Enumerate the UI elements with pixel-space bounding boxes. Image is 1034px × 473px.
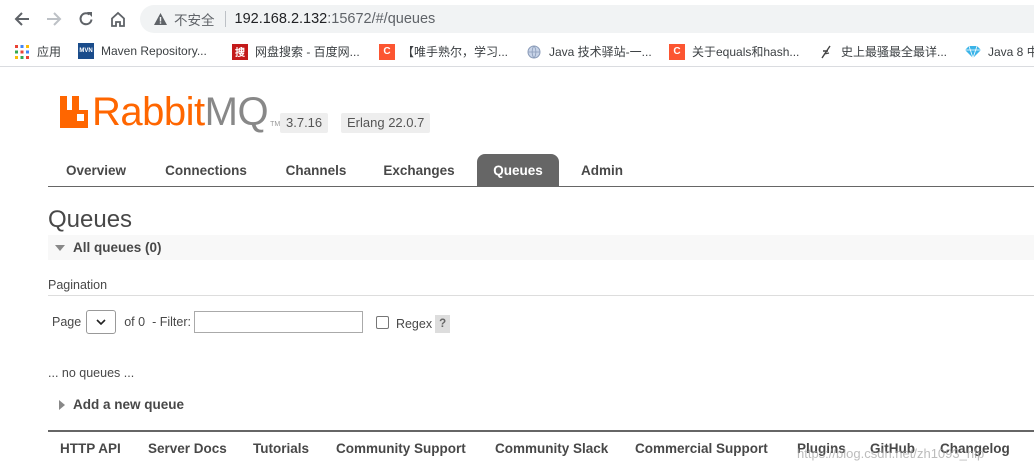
diamond-icon bbox=[965, 44, 981, 60]
reload-icon[interactable] bbox=[75, 8, 97, 30]
page-label: Page bbox=[52, 315, 82, 329]
bookmark-guide[interactable]: 史上最骚最全最详... bbox=[818, 43, 947, 60]
add-queue-toggle[interactable]: Add a new queue bbox=[59, 397, 184, 412]
bookmark-label: Java 技术驿站-一... bbox=[549, 45, 652, 59]
bookmark-csdn-2[interactable]: C 关于equals和hash... bbox=[669, 43, 799, 60]
tab-queues[interactable]: Queues bbox=[477, 154, 559, 187]
regex-help-button[interactable]: ? bbox=[435, 314, 451, 333]
url-path: :15672/#/queues bbox=[327, 11, 436, 27]
csdn-icon: C bbox=[379, 43, 395, 60]
all-queues-section-header[interactable]: All queues (0) bbox=[48, 235, 1034, 260]
bookmark-label: 关于equals和hash... bbox=[692, 45, 800, 59]
bookmark-label: 【唯手熟尔，学习... bbox=[402, 45, 509, 59]
bookmark-label: 史上最骚最全最详... bbox=[841, 45, 948, 59]
erlang-badge: Erlang 22.0.7 bbox=[341, 113, 431, 133]
home-icon[interactable] bbox=[107, 8, 129, 30]
bookmark-java8[interactable]: Java 8 中 bbox=[965, 43, 1034, 60]
bookmark-pan-search[interactable]: 搜 网盘搜索 - 百度网... bbox=[232, 43, 360, 60]
bookmark-apps[interactable]: 应用 bbox=[14, 43, 61, 60]
main-tabs: Overview Connections Channels Exchanges … bbox=[48, 154, 1034, 187]
logo-wordmark: RabbitMQ bbox=[92, 90, 269, 134]
collapse-triangle-icon bbox=[55, 244, 65, 251]
insecure-label[interactable]: 不安全 bbox=[174, 9, 215, 29]
page-select[interactable] bbox=[86, 310, 117, 334]
logo-trademark: TM bbox=[270, 121, 281, 128]
footer-link-commercial-support[interactable]: Commercial Support bbox=[635, 441, 768, 456]
maven-icon: MVN bbox=[78, 43, 94, 59]
page-title: Queues bbox=[48, 206, 133, 233]
logo-mq: MQ bbox=[204, 90, 269, 134]
tab-connections[interactable]: Connections bbox=[156, 154, 256, 187]
footer-link-tutorials[interactable]: Tutorials bbox=[253, 441, 309, 456]
apps-grid-icon bbox=[14, 44, 30, 60]
bookmark-maven[interactable]: MVN Maven Repository... bbox=[78, 43, 207, 59]
filter-input[interactable] bbox=[193, 311, 363, 333]
tab-channels[interactable]: Channels bbox=[274, 154, 358, 187]
sou-icon: 搜 bbox=[232, 43, 248, 60]
rabbitmq-logo-icon bbox=[58, 94, 90, 130]
regex-label: Regex bbox=[395, 316, 433, 331]
all-queues-label: All queues (0) bbox=[73, 240, 162, 255]
expand-triangle-icon bbox=[59, 399, 65, 410]
forward-arrow-icon[interactable] bbox=[43, 8, 65, 30]
omnibox-divider bbox=[224, 11, 226, 27]
warning-icon[interactable] bbox=[152, 11, 168, 27]
regex-checkbox[interactable] bbox=[375, 315, 389, 329]
bookmark-label: Maven Repository... bbox=[101, 44, 207, 58]
tab-overview[interactable]: Overview bbox=[54, 154, 138, 187]
globe-icon bbox=[526, 44, 542, 60]
bookmark-label: 应用 bbox=[37, 45, 62, 59]
pagination-row: Page of 0 - Filter: Regex ? bbox=[52, 310, 451, 334]
bookmark-java-station[interactable]: Java 技术驿站-一... bbox=[526, 43, 652, 60]
address-bar[interactable]: 不安全 192.168.2.132:15672/#/queues bbox=[140, 5, 1034, 33]
footer-link-http-api[interactable]: HTTP API bbox=[60, 441, 121, 456]
add-queue-label: Add a new queue bbox=[73, 397, 185, 412]
bookmark-label: 网盘搜索 - 百度网... bbox=[255, 45, 360, 59]
feather-icon bbox=[818, 44, 834, 60]
empty-state-text: ... no queues ... bbox=[48, 366, 135, 380]
version-badge: 3.7.16 bbox=[280, 113, 329, 133]
rabbitmq-logo[interactable]: RabbitMQ TM bbox=[58, 92, 280, 132]
pagination-divider bbox=[48, 295, 1034, 296]
back-arrow-icon[interactable] bbox=[11, 8, 33, 30]
page-count-label: of 0 bbox=[124, 315, 146, 329]
csdn-watermark: https://blog.csdn.net/zh1093_hlp bbox=[797, 446, 985, 461]
footer-link-community-slack[interactable]: Community Slack bbox=[495, 441, 608, 456]
bookmarks-bar: 应用 MVN Maven Repository... 搜 网盘搜索 - 百度网.… bbox=[0, 36, 1034, 67]
pagination-heading: Pagination bbox=[48, 278, 108, 292]
csdn-icon: C bbox=[669, 43, 685, 60]
chevron-down-icon bbox=[96, 319, 106, 325]
tab-exchanges[interactable]: Exchanges bbox=[376, 154, 462, 187]
tab-admin[interactable]: Admin bbox=[572, 154, 632, 187]
url-host: 192.168.2.132 bbox=[234, 11, 328, 27]
bookmark-label: Java 8 中 bbox=[988, 45, 1034, 59]
browser-toolbar: 不安全 192.168.2.132:15672/#/queues bbox=[0, 0, 1034, 36]
footer-link-server-docs[interactable]: Server Docs bbox=[148, 441, 227, 456]
filter-label: - Filter: bbox=[152, 315, 191, 329]
bookmark-csdn-1[interactable]: C 【唯手熟尔，学习... bbox=[379, 43, 508, 60]
logo-rabbit: Rabbit bbox=[92, 90, 205, 134]
footer-link-community-support[interactable]: Community Support bbox=[336, 441, 466, 456]
